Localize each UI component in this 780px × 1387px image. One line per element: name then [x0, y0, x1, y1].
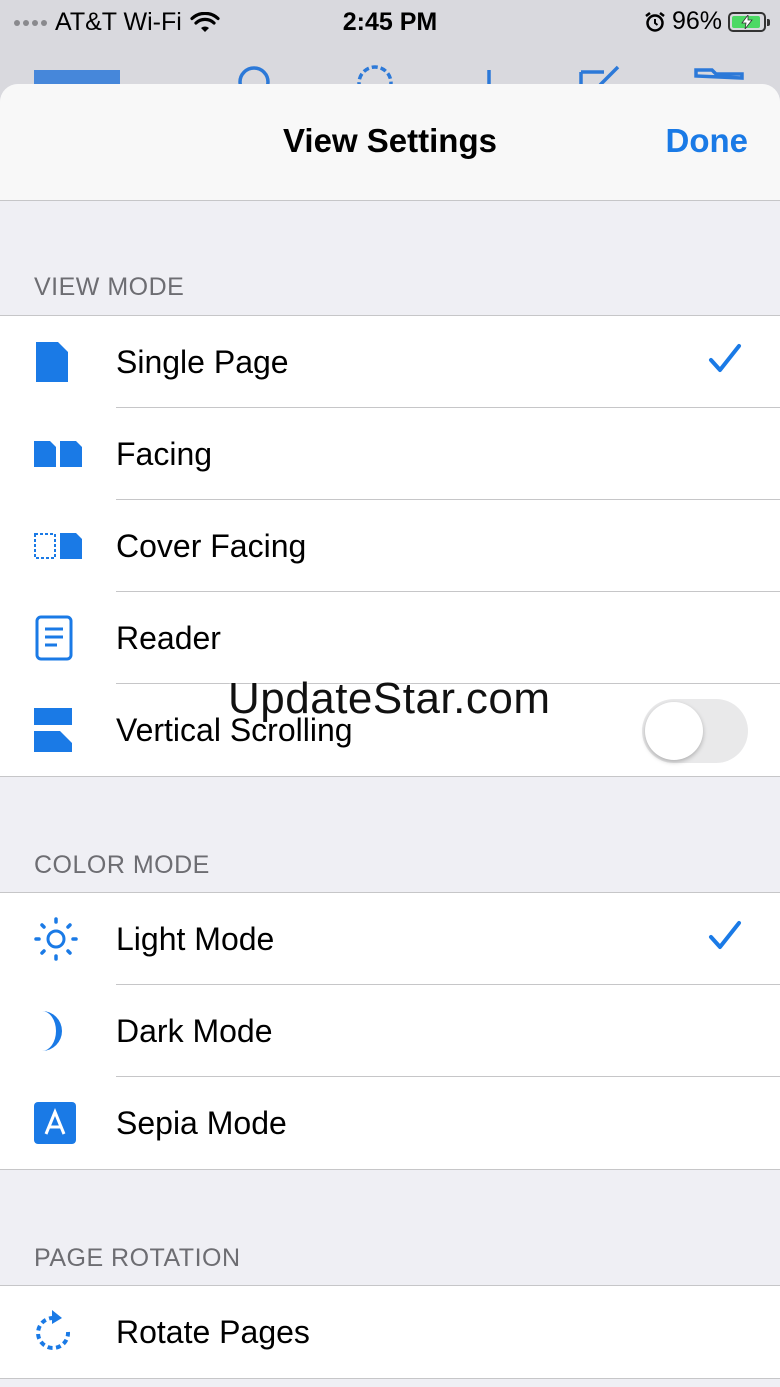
- checkmark-icon: [709, 921, 741, 949]
- item-label: Rotate Pages: [116, 1313, 310, 1350]
- list-item-reader[interactable]: Reader: [0, 592, 780, 684]
- single-page-icon: [36, 342, 68, 382]
- battery-charging-icon: [728, 11, 770, 32]
- alarm-icon: [645, 11, 665, 32]
- list-item-single-page[interactable]: Single Page: [0, 316, 780, 408]
- list-item-vertical-scrolling[interactable]: Vertical Scrolling: [0, 684, 780, 776]
- item-label: Vertical Scrolling: [116, 711, 353, 748]
- item-label: Single Page: [116, 343, 289, 380]
- moon-icon: [42, 1011, 62, 1051]
- item-label: Sepia Mode: [116, 1104, 287, 1141]
- vertical-scrolling-toggle[interactable]: [642, 699, 748, 763]
- page-title: View Settings: [283, 122, 497, 159]
- item-label: Cover Facing: [116, 527, 307, 564]
- reader-icon: [35, 615, 73, 661]
- list-bottom-divider: [0, 1378, 780, 1379]
- list-item-light-mode[interactable]: Light Mode: [0, 893, 780, 985]
- page-rotation-list: Rotate Pages: [0, 1286, 780, 1378]
- checkmark-icon: [709, 344, 741, 372]
- sepia-a-icon: [34, 1102, 76, 1144]
- vertical-scrolling-icon: [34, 708, 72, 752]
- list-item-sepia-mode[interactable]: Sepia Mode: [0, 1077, 780, 1169]
- status-bar: AT&T Wi-Fi 2:45 PM 96%: [0, 0, 780, 44]
- section-header-color-mode: COLOR MODE: [0, 776, 780, 893]
- item-label: Dark Mode: [116, 1012, 273, 1049]
- color-mode-list: Light Mode Dark Mode Sepia Mode: [0, 893, 780, 1169]
- background-done-icon: [34, 70, 120, 84]
- item-label: Reader: [116, 619, 221, 656]
- list-item-cover-facing[interactable]: Cover Facing: [0, 500, 780, 592]
- view-settings-sheet: View Settings Done VIEW MODE Single Page…: [0, 84, 780, 1387]
- section-header-view-mode: VIEW MODE: [0, 201, 780, 316]
- list-item-dark-mode[interactable]: Dark Mode: [0, 985, 780, 1077]
- item-label: Light Mode: [116, 920, 275, 957]
- list-item-rotate-pages[interactable]: Rotate Pages: [0, 1286, 780, 1378]
- section-header-page-rotation: PAGE ROTATION: [0, 1169, 780, 1286]
- done-button[interactable]: Done: [666, 122, 749, 160]
- navigation-bar: View Settings Done: [0, 84, 780, 201]
- sun-icon: [34, 917, 78, 961]
- facing-pages-icon: [34, 441, 82, 467]
- rotate-icon: [36, 1310, 71, 1350]
- view-mode-list: Single Page Facing Cover Facing Reader V…: [0, 316, 780, 776]
- toggle-knob: [645, 702, 703, 760]
- battery-percent: 96%: [671, 7, 722, 35]
- cover-facing-icon: [34, 533, 82, 559]
- status-right: 96%: [644, 7, 770, 36]
- list-item-facing[interactable]: Facing: [0, 408, 780, 500]
- item-label: Facing: [116, 435, 213, 472]
